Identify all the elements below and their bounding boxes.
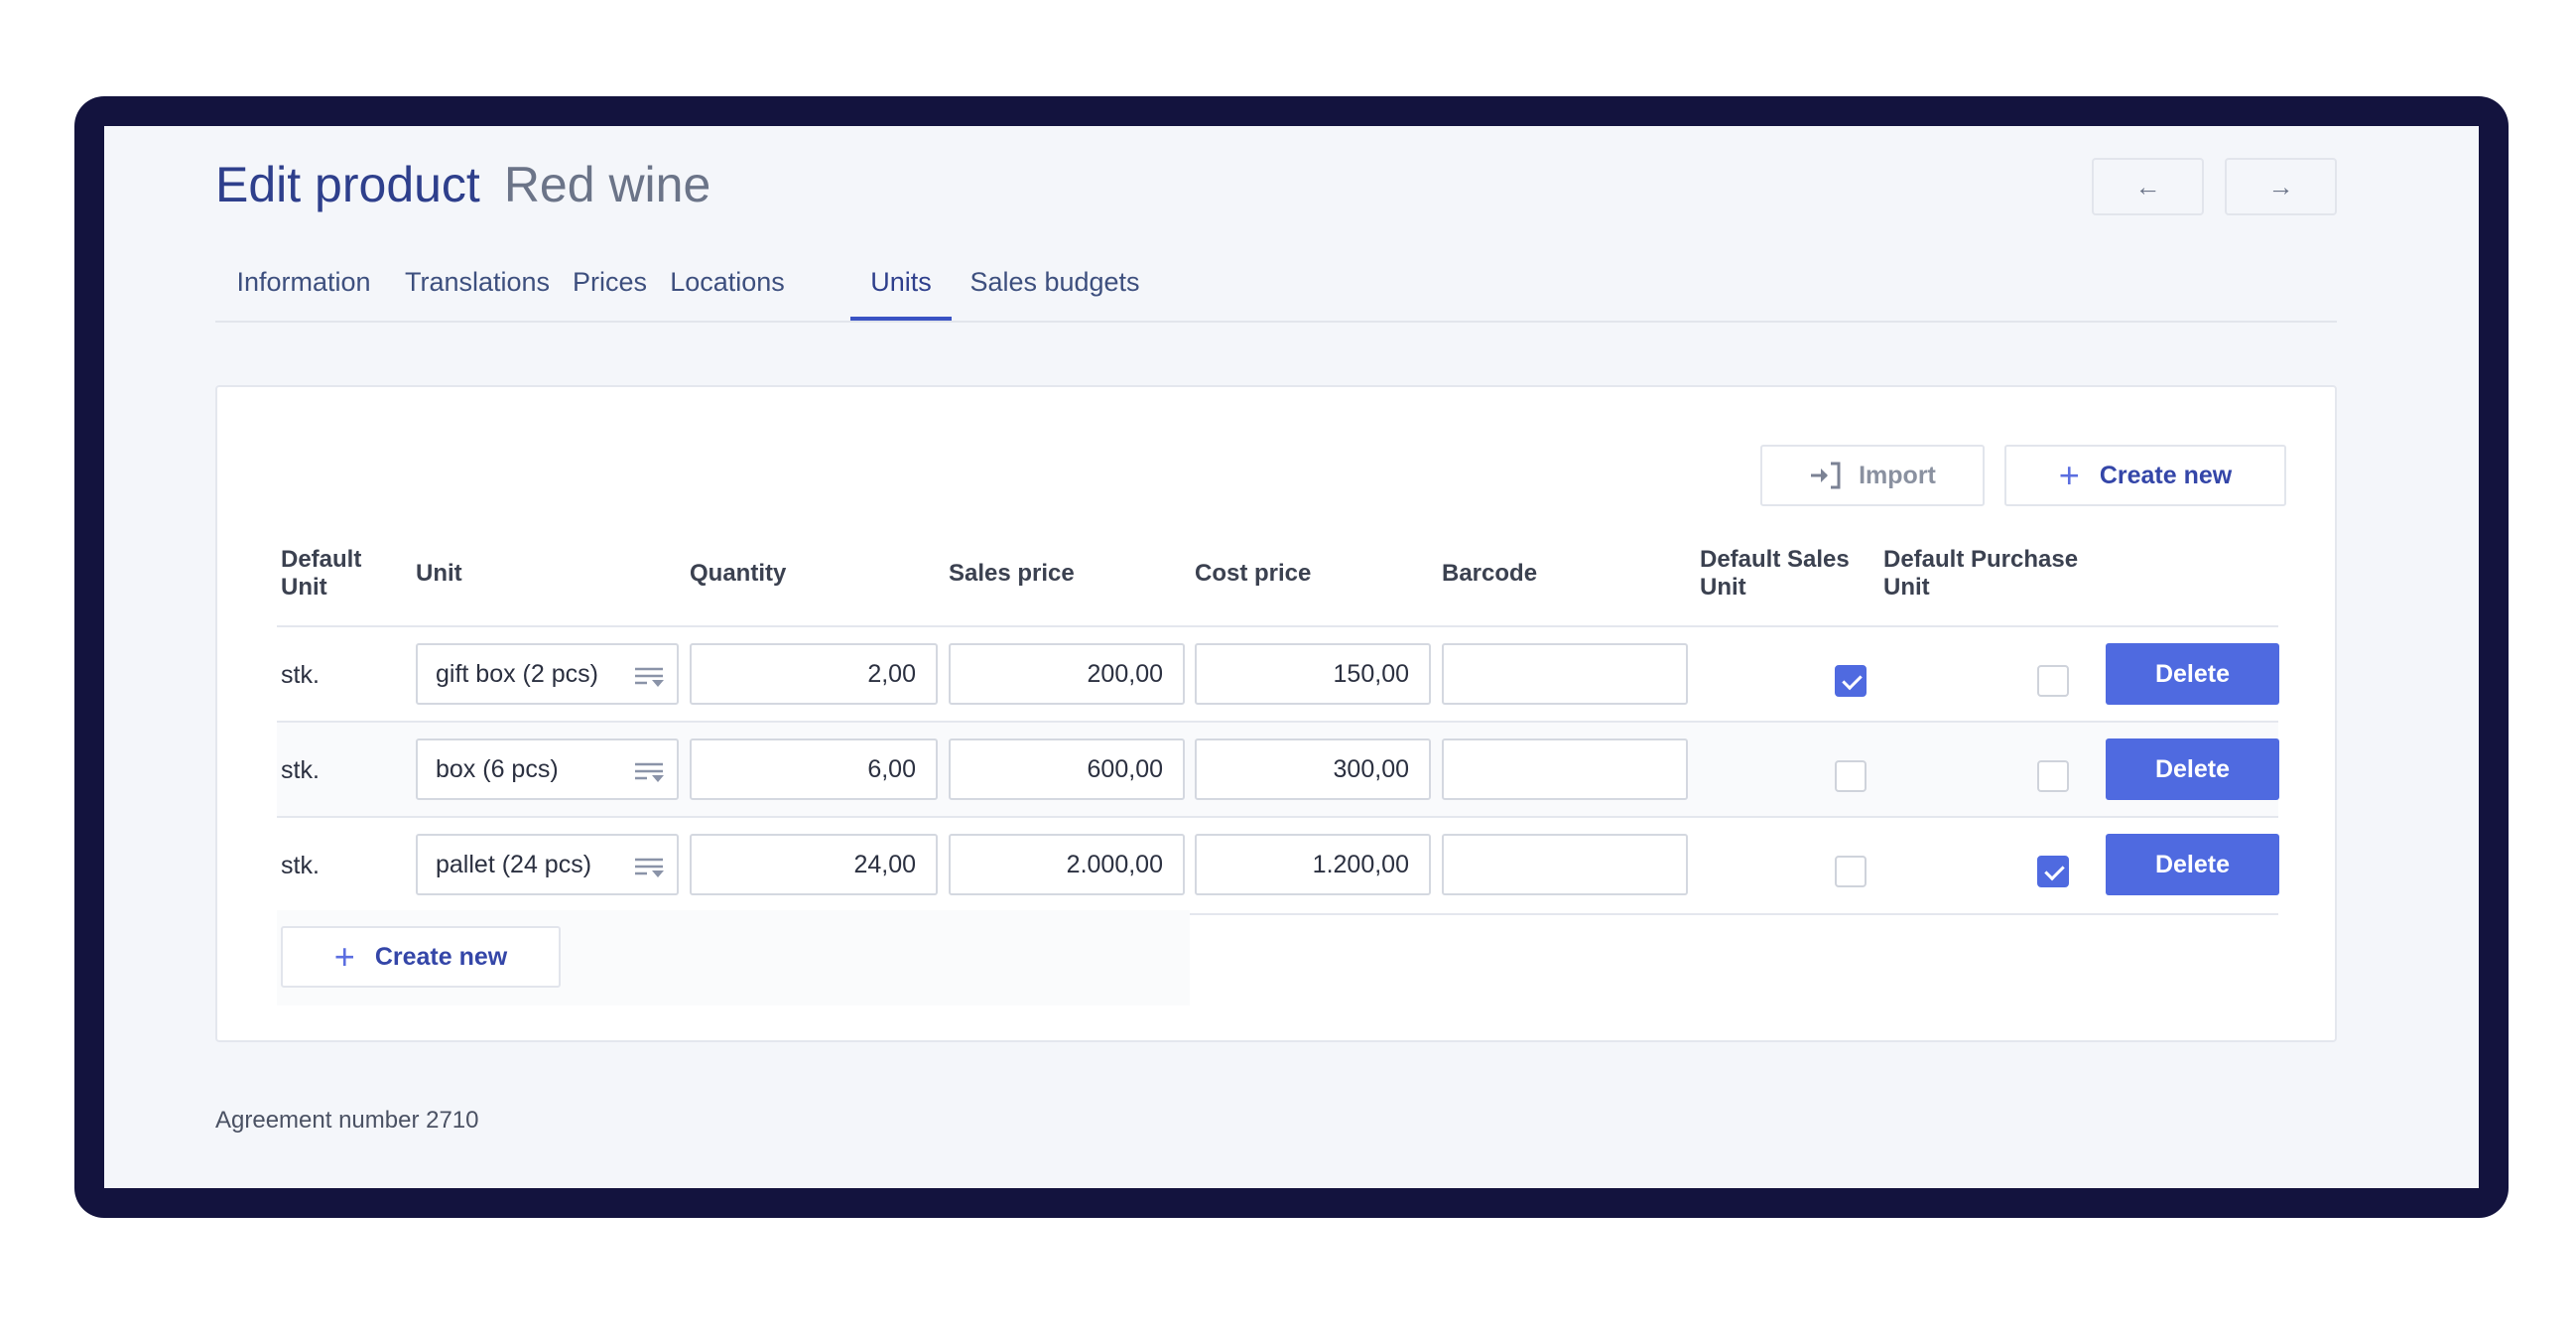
unit-select[interactable]: gift box (2 pcs) <box>416 643 679 705</box>
unit-value: pallet (24 pcs) <box>436 850 592 878</box>
quantity-input[interactable]: 2,00 <box>690 643 938 705</box>
sales-price-input[interactable]: 200,00 <box>949 643 1185 705</box>
unit-select[interactable]: box (6 pcs) <box>416 738 679 800</box>
page-title: Edit product Red wine <box>215 160 710 209</box>
create-new-top-button[interactable]: + Create new <box>2004 445 2286 506</box>
column-header-default-purchase-unit: Default Purchase Unit <box>1883 546 2079 601</box>
delete-button[interactable]: Delete <box>2106 738 2279 800</box>
delete-button[interactable]: Delete <box>2106 834 2279 895</box>
table-footer: + Create new <box>277 910 1190 1005</box>
sales-price-input[interactable]: 600,00 <box>949 738 1185 800</box>
default-sales-unit-checkbox[interactable] <box>1835 856 1867 887</box>
quantity-input[interactable]: 24,00 <box>690 834 938 895</box>
default-purchase-unit-checkbox[interactable] <box>2037 856 2069 887</box>
cost-price-input[interactable]: 1.200,00 <box>1195 834 1431 895</box>
create-new-row-button[interactable]: + Create new <box>281 926 561 988</box>
import-label: Import <box>1859 461 1936 489</box>
create-new-label: Create new <box>2099 461 2233 489</box>
plus-icon: + <box>333 936 355 977</box>
list-filter-icon <box>635 667 664 687</box>
default-sales-unit-checkbox[interactable] <box>1835 665 1867 697</box>
barcode-input[interactable] <box>1442 834 1688 895</box>
create-new-row-label: Create new <box>374 942 508 971</box>
units-card: Import + Create new Default Unit Unit Qu… <box>215 385 2337 1042</box>
arrow-left-icon: ← <box>2134 171 2161 201</box>
delete-button[interactable]: Delete <box>2106 643 2279 705</box>
import-button[interactable]: Import <box>1760 445 1985 506</box>
tab-locations[interactable]: Locations <box>659 259 796 321</box>
page-title-main: Edit product <box>215 157 480 212</box>
default-unit-cell: stk. <box>281 756 320 784</box>
app-screen: Edit product Red wine ← → Information Tra… <box>104 126 2479 1188</box>
import-icon <box>1811 462 1841 489</box>
cost-price-input[interactable]: 300,00 <box>1195 738 1431 800</box>
table-row: stk. box (6 pcs) 6,00 600,00 300,00 Dele… <box>277 721 2279 818</box>
table-row: stk. gift box (2 pcs) 2,00 200,00 150,00… <box>277 625 2279 723</box>
default-purchase-unit-checkbox[interactable] <box>2037 665 2069 697</box>
tab-information[interactable]: Information <box>215 259 392 321</box>
unit-select[interactable]: pallet (24 pcs) <box>416 834 679 895</box>
plus-icon: + <box>2058 455 2080 495</box>
column-header-barcode: Barcode <box>1442 560 1538 587</box>
agreement-number: Agreement number 2710 <box>215 1107 479 1134</box>
column-header-default-sales-unit: Default Sales Unit <box>1700 546 1850 601</box>
barcode-input[interactable] <box>1442 643 1688 705</box>
arrow-right-icon: → <box>2267 171 2294 201</box>
column-header-quantity: Quantity <box>690 560 787 587</box>
tab-translations[interactable]: Translations <box>394 259 561 321</box>
quantity-input[interactable]: 6,00 <box>690 738 938 800</box>
tab-units[interactable]: Units <box>850 259 952 321</box>
list-filter-icon <box>635 858 664 877</box>
column-header-unit: Unit <box>416 560 462 587</box>
cost-price-input[interactable]: 150,00 <box>1195 643 1431 705</box>
default-unit-cell: stk. <box>281 661 320 689</box>
sales-price-input[interactable]: 2.000,00 <box>949 834 1185 895</box>
default-unit-cell: stk. <box>281 852 320 879</box>
previous-button[interactable]: ← <box>2092 158 2204 215</box>
tab-bar: Information Translations Prices Location… <box>215 259 2337 323</box>
column-header-default-unit: Default Unit <box>281 546 362 601</box>
barcode-input[interactable] <box>1442 738 1688 800</box>
tab-sales-budgets[interactable]: Sales budgets <box>958 259 1152 321</box>
next-button[interactable]: → <box>2225 158 2337 215</box>
column-header-sales-price: Sales price <box>949 560 1075 587</box>
default-sales-unit-checkbox[interactable] <box>1835 760 1867 792</box>
page-title-product: Red wine <box>503 157 711 212</box>
unit-value: box (6 pcs) <box>436 754 559 783</box>
column-header-cost-price: Cost price <box>1195 560 1312 587</box>
table-row: stk. pallet (24 pcs) 24,00 2.000,00 1.20… <box>277 816 2279 915</box>
default-purchase-unit-checkbox[interactable] <box>2037 760 2069 792</box>
list-filter-icon <box>635 762 664 782</box>
unit-value: gift box (2 pcs) <box>436 659 598 688</box>
tab-prices[interactable]: Prices <box>563 259 657 321</box>
